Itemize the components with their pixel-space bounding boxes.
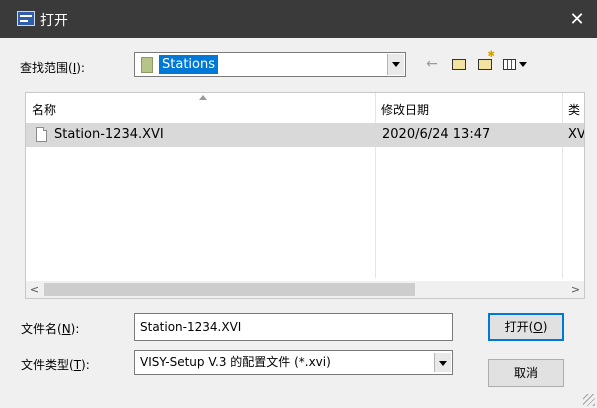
up-folder-icon[interactable] [450,54,468,74]
file-name-label: 文件名(N): [21,322,80,336]
file-type-dropdown-arrow[interactable] [434,353,451,372]
view-menu-icon[interactable] [500,54,530,74]
back-arrow-icon[interactable]: ← [425,54,439,74]
file-name-cell: Station-1234.XVI [54,127,164,142]
look-in-value: Stations [159,55,218,74]
scroll-right-icon[interactable]: > [567,281,584,298]
file-type-select[interactable]: VISY-Setup V.3 的配置文件 (*.xvi) [134,350,453,375]
file-modified-cell: 2020/6/24 13:47 [382,127,491,142]
close-button[interactable]: ✕ [557,0,597,38]
look-in-dropdown-arrow[interactable] [387,54,404,75]
open-button[interactable]: 打开(O) [488,313,564,341]
resize-grip-icon[interactable] [583,394,595,406]
column-header-modified[interactable]: 修改日期 [381,93,429,122]
file-type-cell: XV [568,127,585,142]
dialog-title: 打开 [40,13,68,29]
cancel-button[interactable]: 取消 [488,359,564,387]
file-type-value: VISY-Setup V.3 的配置文件 (*.xvi) [140,355,331,369]
look-in-label: 查找范围(I): [20,61,85,75]
open-file-dialog: 打开 ✕ 查找范围(I): Stations ← 名称 修改日期 类 Stati… [0,0,597,408]
app-icon [17,11,35,26]
file-list[interactable]: 名称 修改日期 类 Station-1234.XVI 2020/6/24 13:… [25,92,585,299]
horizontal-scrollbar[interactable]: < > [26,281,584,298]
look-in-combobox[interactable]: Stations [134,52,406,77]
sort-ascending-icon [199,95,207,100]
file-name-input[interactable]: Station-1234.XVI [134,313,453,341]
column-header-type[interactable]: 类 [568,93,580,122]
table-row[interactable]: Station-1234.XVI 2020/6/24 13:47 XV [26,123,584,147]
title-bar: 打开 ✕ [0,0,597,38]
file-icon [36,127,47,142]
column-divider [562,93,563,278]
new-folder-icon[interactable] [474,50,496,74]
list-header: 名称 修改日期 类 [26,93,584,122]
scroll-left-icon[interactable]: < [26,281,43,298]
column-header-name[interactable]: 名称 [32,93,56,122]
file-type-label: 文件类型(T): [21,358,90,372]
column-divider [375,93,376,278]
folder-icon [141,57,153,73]
scrollbar-thumb[interactable] [44,283,415,296]
